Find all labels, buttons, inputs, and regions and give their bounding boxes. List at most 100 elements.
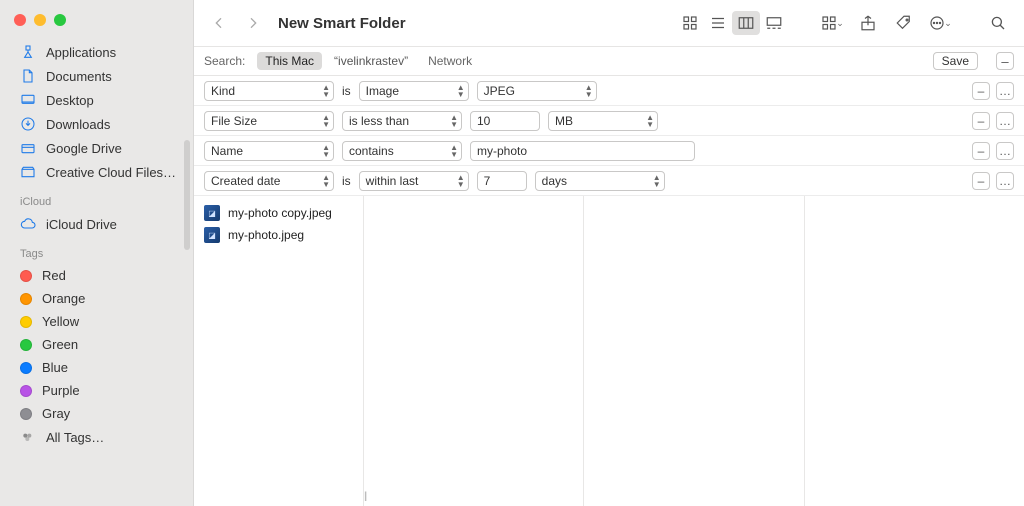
sidebar-item-desktop[interactable]: Desktop	[0, 88, 193, 112]
sidebar-item-label: Applications	[46, 45, 116, 60]
rule-select[interactable]: within last▲▼	[359, 171, 469, 191]
sidebar-tag-blue[interactable]: Blue	[0, 356, 193, 379]
rule-select-value: is less than	[349, 114, 409, 128]
rule-select[interactable]: Image▲▼	[359, 81, 469, 101]
sidebar-item-applications[interactable]: Applications	[0, 40, 193, 64]
share-button[interactable]	[854, 11, 882, 35]
sidebar-item-label: Downloads	[46, 117, 110, 132]
rule-select[interactable]: Kind ▲▼	[204, 81, 334, 101]
sidebar-item-label: iCloud Drive	[46, 217, 117, 232]
sidebar-section-icloud: iCloud	[0, 184, 193, 212]
rule-value-input[interactable]	[470, 141, 695, 161]
rule-remove-button[interactable]: –	[972, 172, 990, 190]
gallery-view-button[interactable]	[760, 11, 788, 35]
rule-row-3: Created date▲▼iswithin last▲▼days▲▼–…	[194, 166, 1024, 196]
rule-select[interactable]: JPEG▲▼	[477, 81, 597, 101]
sidebar-item-label: Green	[42, 337, 78, 352]
column-view-button[interactable]	[732, 11, 760, 35]
sidebar-item-ccloud[interactable]: Creative Cloud Files…	[0, 160, 193, 184]
sidebar-tag-gray[interactable]: Gray	[0, 402, 193, 425]
tag-dot-icon	[20, 362, 32, 374]
rule-select[interactable]: MB▲▼	[548, 111, 658, 131]
forward-button[interactable]	[240, 10, 266, 36]
tag-dot-icon	[20, 293, 32, 305]
sidebar-item-label: Gray	[42, 406, 70, 421]
sidebar-tag-red[interactable]: Red	[0, 264, 193, 287]
minimize-window-button[interactable]	[34, 14, 46, 26]
rule-value-input[interactable]	[477, 171, 527, 191]
save-search-button[interactable]: Save	[933, 52, 978, 70]
search-scope-0[interactable]: This Mac	[257, 52, 322, 70]
sidebar-item-all-tags[interactable]: All Tags…	[0, 425, 193, 449]
action-menu-button[interactable]: ⌄	[926, 11, 954, 35]
gdrive-icon	[20, 140, 36, 156]
search-scope-1[interactable]: “ivelinkrastev”	[326, 52, 416, 70]
rule-select[interactable]: Name▲▼	[204, 141, 334, 161]
rule-select[interactable]: is less than▲▼	[342, 111, 462, 131]
file-name: my-photo copy.jpeg	[228, 206, 332, 220]
sidebar-item-label: Purple	[42, 383, 80, 398]
rule-select[interactable]: days▲▼	[535, 171, 665, 191]
stepper-icon: ▲▼	[322, 84, 330, 98]
rule-select-value: MB	[555, 114, 573, 128]
sidebar-tag-yellow[interactable]: Yellow	[0, 310, 193, 333]
sidebar-section-tags: Tags	[0, 236, 193, 264]
rule-value-input[interactable]	[470, 111, 540, 131]
rule-select-value: within last	[366, 174, 419, 188]
stepper-icon: ▲▼	[653, 174, 661, 188]
sidebar-tag-purple[interactable]: Purple	[0, 379, 193, 402]
sidebar-item-label: Blue	[42, 360, 68, 375]
remove-search-button[interactable]: –	[996, 52, 1014, 70]
file-name: my-photo.jpeg	[228, 228, 304, 242]
rule-select-value: contains	[349, 144, 394, 158]
rule-remove-button[interactable]: –	[972, 82, 990, 100]
main-area: New Smart Folder ⌄ ⌄ Search: This Mac“iv…	[194, 0, 1024, 506]
jpeg-file-icon: ◪	[204, 205, 220, 221]
tag-dot-icon	[20, 270, 32, 282]
list-view-button[interactable]	[704, 11, 732, 35]
sidebar-scrollbar[interactable]	[184, 140, 190, 250]
rule-row-1: File Size▲▼ is less than▲▼ MB▲▼ –…	[194, 106, 1024, 136]
column-resize-handle[interactable]: ||	[364, 491, 365, 502]
search-scope-bar: Search: This Mac“ivelinkrastev”Network S…	[194, 46, 1024, 76]
rule-remove-button[interactable]: –	[972, 112, 990, 130]
rule-select-value: File Size	[211, 114, 257, 128]
sidebar-item-gdrive[interactable]: Google Drive	[0, 136, 193, 160]
rule-select[interactable]: contains▲▼	[342, 141, 462, 161]
sidebar-item-documents[interactable]: Documents	[0, 64, 193, 88]
tag-dot-icon	[20, 385, 32, 397]
ccloud-icon	[20, 164, 36, 180]
rule-more-button[interactable]: …	[996, 142, 1014, 160]
rule-select[interactable]: File Size▲▼	[204, 111, 334, 131]
search-button[interactable]	[984, 11, 1012, 35]
group-by-button[interactable]: ⌄	[818, 11, 846, 35]
search-scope-2[interactable]: Network	[420, 52, 480, 70]
back-button[interactable]	[206, 10, 232, 36]
sidebar-item-icloud-drive[interactable]: iCloud Drive	[0, 212, 193, 236]
tag-dot-icon	[20, 408, 32, 420]
close-window-button[interactable]	[14, 14, 26, 26]
edit-tags-button[interactable]	[890, 11, 918, 35]
rule-remove-button[interactable]: –	[972, 142, 990, 160]
rule-static-text: is	[342, 174, 351, 188]
result-file[interactable]: ◪my-photo.jpeg	[194, 224, 363, 246]
stepper-icon: ▲▼	[585, 84, 593, 98]
stepper-icon: ▲▼	[322, 174, 330, 188]
rule-select-value: Kind	[211, 84, 235, 98]
icon-view-button[interactable]	[676, 11, 704, 35]
tag-dot-icon	[20, 316, 32, 328]
result-file[interactable]: ◪ my-photo copy.jpeg	[194, 202, 363, 224]
rule-more-button[interactable]: …	[996, 172, 1014, 190]
sidebar-item-downloads[interactable]: Downloads	[0, 112, 193, 136]
cloud-icon	[20, 216, 36, 232]
fullscreen-window-button[interactable]	[54, 14, 66, 26]
documents-icon	[20, 68, 36, 84]
rule-select[interactable]: Created date▲▼	[204, 171, 334, 191]
rule-row-0: Kind▲▼isImage▲▼JPEG▲▼–…	[194, 76, 1024, 106]
rule-more-button[interactable]: …	[996, 112, 1014, 130]
rule-row-2: Name▲▼ contains▲▼ –…	[194, 136, 1024, 166]
sidebar-item-label: Creative Cloud Files…	[46, 165, 176, 180]
sidebar-tag-green[interactable]: Green	[0, 333, 193, 356]
sidebar-tag-orange[interactable]: Orange	[0, 287, 193, 310]
rule-more-button[interactable]: …	[996, 82, 1014, 100]
